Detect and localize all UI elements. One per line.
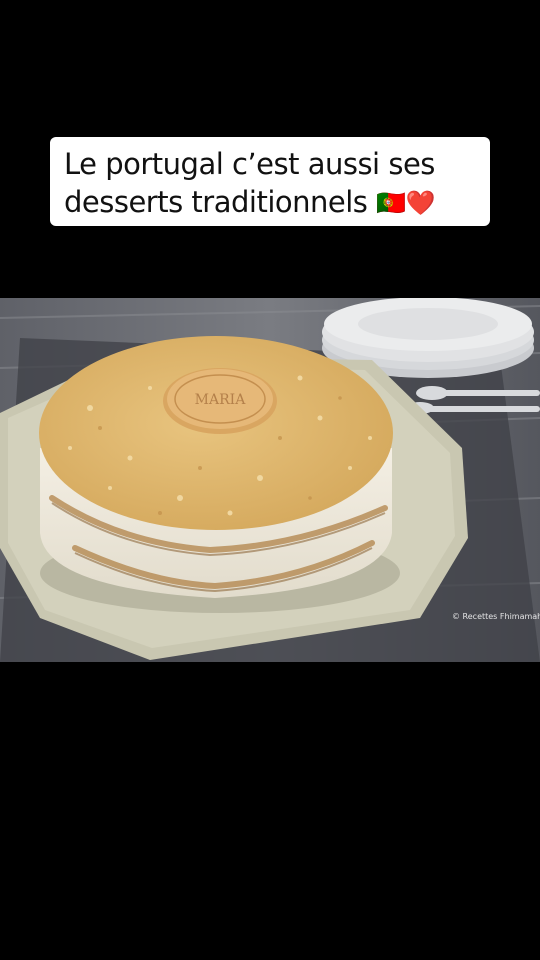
watermark-text: © Recettes Fhimamah (452, 612, 540, 621)
caption-box: Le portugal c’est aussi ses desserts tra… (50, 137, 490, 226)
caption-line-1: Le portugal c’est aussi ses (64, 147, 435, 181)
dessert-photo: MARIA © Recettes Fhimamah (0, 298, 540, 662)
flag-heart-emoji: 🇵🇹❤️ (376, 189, 435, 217)
caption-line-2: desserts traditionnels 🇵🇹❤️ (64, 183, 480, 222)
svg-text:MARIA: MARIA (195, 392, 247, 408)
caption-line-2-text: desserts traditionnels (64, 185, 368, 219)
